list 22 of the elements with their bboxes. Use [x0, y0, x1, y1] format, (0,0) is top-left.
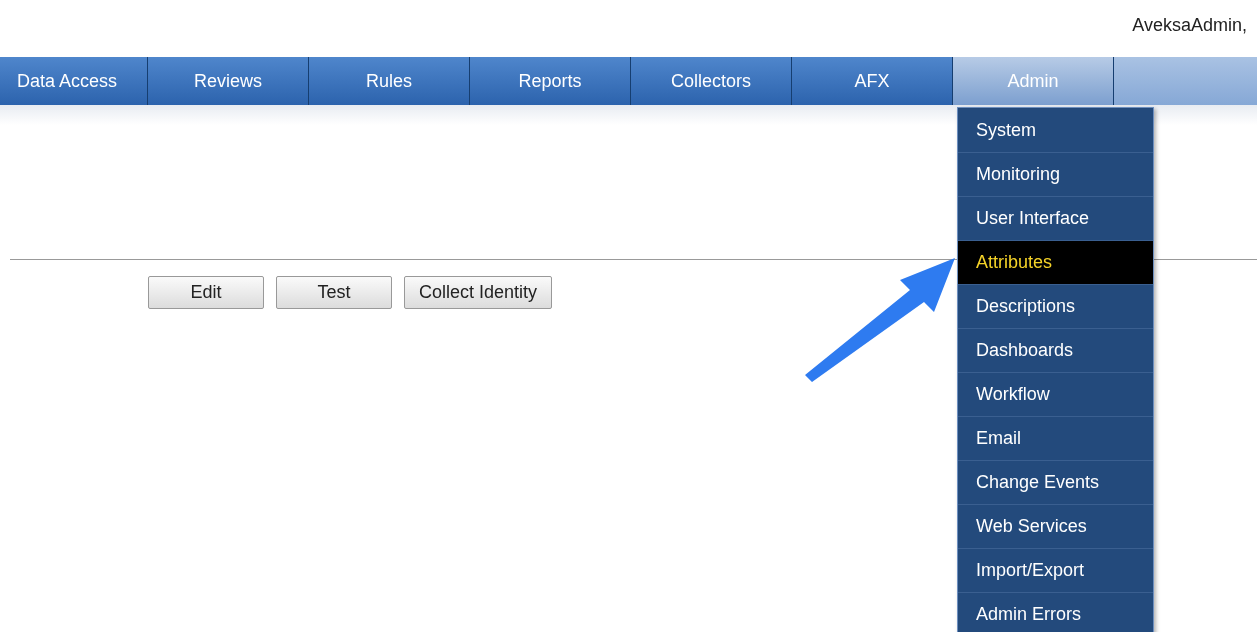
menu-item[interactable]: Admin Errors: [958, 593, 1153, 632]
menu-item[interactable]: Web Services: [958, 505, 1153, 549]
menu-item[interactable]: Dashboards: [958, 329, 1153, 373]
menu-item[interactable]: Change Events: [958, 461, 1153, 505]
user-name: AveksaAdmin,: [1132, 14, 1247, 37]
nav-tab[interactable]: Rules: [309, 57, 470, 105]
nav-tab[interactable]: Reports: [470, 57, 631, 105]
menu-item[interactable]: Workflow: [958, 373, 1153, 417]
nav-tab[interactable]: AFX: [792, 57, 953, 105]
action-button[interactable]: Edit: [148, 276, 264, 309]
menu-item[interactable]: Import/Export: [958, 549, 1153, 593]
action-button[interactable]: Test: [276, 276, 392, 309]
nav-tab[interactable]: Collectors: [631, 57, 792, 105]
nav-tab[interactable]: Data Access: [0, 57, 148, 105]
menu-item[interactable]: User Interface: [958, 197, 1153, 241]
menu-item[interactable]: System: [958, 109, 1153, 153]
menu-item[interactable]: Email: [958, 417, 1153, 461]
action-button[interactable]: Collect Identity: [404, 276, 553, 309]
nav-tab[interactable]: Reviews: [148, 57, 309, 105]
menu-item[interactable]: Monitoring: [958, 153, 1153, 197]
menu-item[interactable]: Descriptions: [958, 285, 1153, 329]
menu-item[interactable]: Attributes: [958, 241, 1153, 285]
